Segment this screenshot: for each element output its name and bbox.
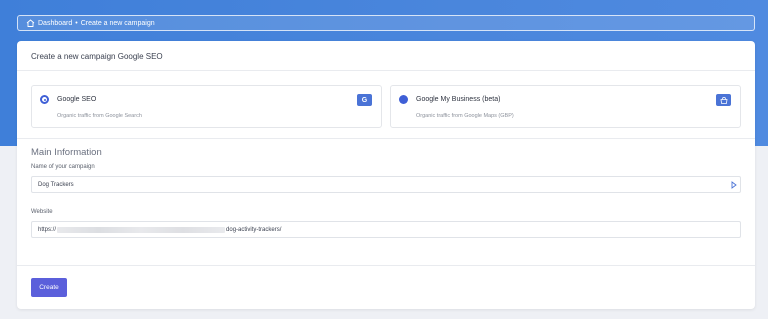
shop-icon xyxy=(716,94,731,106)
website-prefix: https:// xyxy=(38,226,57,233)
website-input[interactable]: https:// dog-activity-trackers/ xyxy=(31,221,741,238)
breadcrumb-current: Create a new campaign xyxy=(80,19,155,27)
option-subtitle: Organic traffic from Google Search xyxy=(57,113,142,119)
google-my-business-radio[interactable] xyxy=(399,95,408,104)
campaign-card: Create a new campaign Google SEO Google … xyxy=(17,41,755,309)
autofill-icon xyxy=(731,181,737,189)
option-google-my-business[interactable]: Google My Business (beta) Organic traffi… xyxy=(390,85,741,128)
option-subtitle: Organic traffic from Google Maps (GBP) xyxy=(416,113,514,119)
campaign-name-input[interactable]: Dog Trackers xyxy=(31,176,741,193)
option-title: Google My Business (beta) xyxy=(416,96,501,103)
card-header-divider xyxy=(17,70,755,71)
website-suffix: dog-activity-trackers/ xyxy=(226,226,282,233)
breadcrumb: Dashboard • Create a new campaign xyxy=(17,15,755,31)
redacted-domain xyxy=(57,226,226,233)
options-divider xyxy=(17,138,755,139)
breadcrumb-dashboard-link[interactable]: Dashboard xyxy=(38,20,72,27)
campaign-name-label: Name of your campaign xyxy=(31,164,95,170)
section-title: Main Information xyxy=(31,147,102,158)
create-button[interactable]: Create xyxy=(31,278,67,297)
google-icon: G xyxy=(357,94,372,106)
page-title: Create a new campaign Google SEO xyxy=(31,52,163,61)
home-icon[interactable] xyxy=(26,19,35,27)
option-title: Google SEO xyxy=(57,96,97,103)
option-google-seo[interactable]: Google SEO Organic traffic from Google S… xyxy=(31,85,382,128)
google-seo-radio[interactable] xyxy=(40,95,49,104)
website-label: Website xyxy=(31,209,53,215)
campaign-name-value: Dog Trackers xyxy=(38,181,74,188)
breadcrumb-separator: • xyxy=(75,19,78,27)
footer-divider xyxy=(17,265,755,266)
